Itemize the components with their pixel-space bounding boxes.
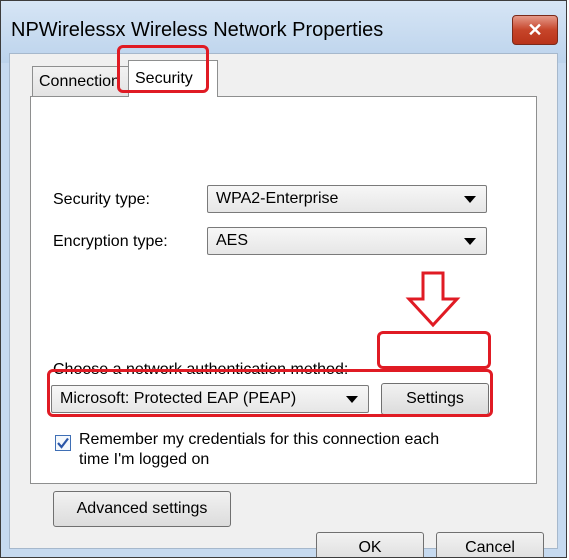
- checkmark-icon: [57, 437, 69, 449]
- encryption-type-label: Encryption type:: [53, 233, 168, 250]
- properties-dialog: NPWirelessx Wireless Network Properties …: [0, 0, 567, 558]
- advanced-settings-label: Advanced settings: [76, 500, 208, 517]
- remember-credentials-line1: Remember my credentials for this connect…: [79, 431, 440, 448]
- settings-button-label: Settings: [406, 390, 464, 407]
- security-type-value: WPA2-Enterprise: [216, 190, 339, 207]
- remember-credentials-checkbox[interactable]: [55, 435, 71, 451]
- cancel-button-label: Cancel: [465, 539, 515, 556]
- ok-button[interactable]: OK: [316, 532, 424, 557]
- chevron-down-icon: [464, 196, 476, 203]
- encryption-type-select[interactable]: AES: [207, 227, 487, 255]
- window-title: NPWirelessx Wireless Network Properties: [11, 19, 384, 41]
- chevron-down-icon: [346, 396, 358, 403]
- security-type-label: Security type:: [53, 191, 150, 208]
- chevron-down-icon: [464, 238, 476, 245]
- cancel-button[interactable]: Cancel: [436, 532, 544, 557]
- dialog-content: Connection Security Security type: WPA2-…: [9, 53, 558, 557]
- tab-security-label: Security: [135, 70, 193, 87]
- auth-method-label: Choose a network authentication method:: [53, 361, 349, 378]
- close-icon: ✕: [527, 19, 543, 40]
- ok-button-label: OK: [358, 539, 382, 556]
- security-type-select[interactable]: WPA2-Enterprise: [207, 185, 487, 213]
- settings-button[interactable]: Settings: [381, 383, 489, 415]
- encryption-type-value: AES: [216, 232, 249, 249]
- tab-connection[interactable]: Connection: [32, 66, 138, 96]
- arrow-down-icon: [405, 271, 461, 328]
- auth-method-value: Microsoft: Protected EAP (PEAP): [60, 390, 297, 407]
- tab-security[interactable]: Security: [128, 60, 218, 97]
- tab-connection-label: Connection: [39, 72, 120, 90]
- remember-credentials-line2: time I'm logged on: [79, 451, 210, 468]
- advanced-settings-button[interactable]: Advanced settings: [53, 491, 231, 527]
- close-button[interactable]: ✕: [512, 15, 558, 45]
- auth-method-select[interactable]: Microsoft: Protected EAP (PEAP): [51, 385, 369, 413]
